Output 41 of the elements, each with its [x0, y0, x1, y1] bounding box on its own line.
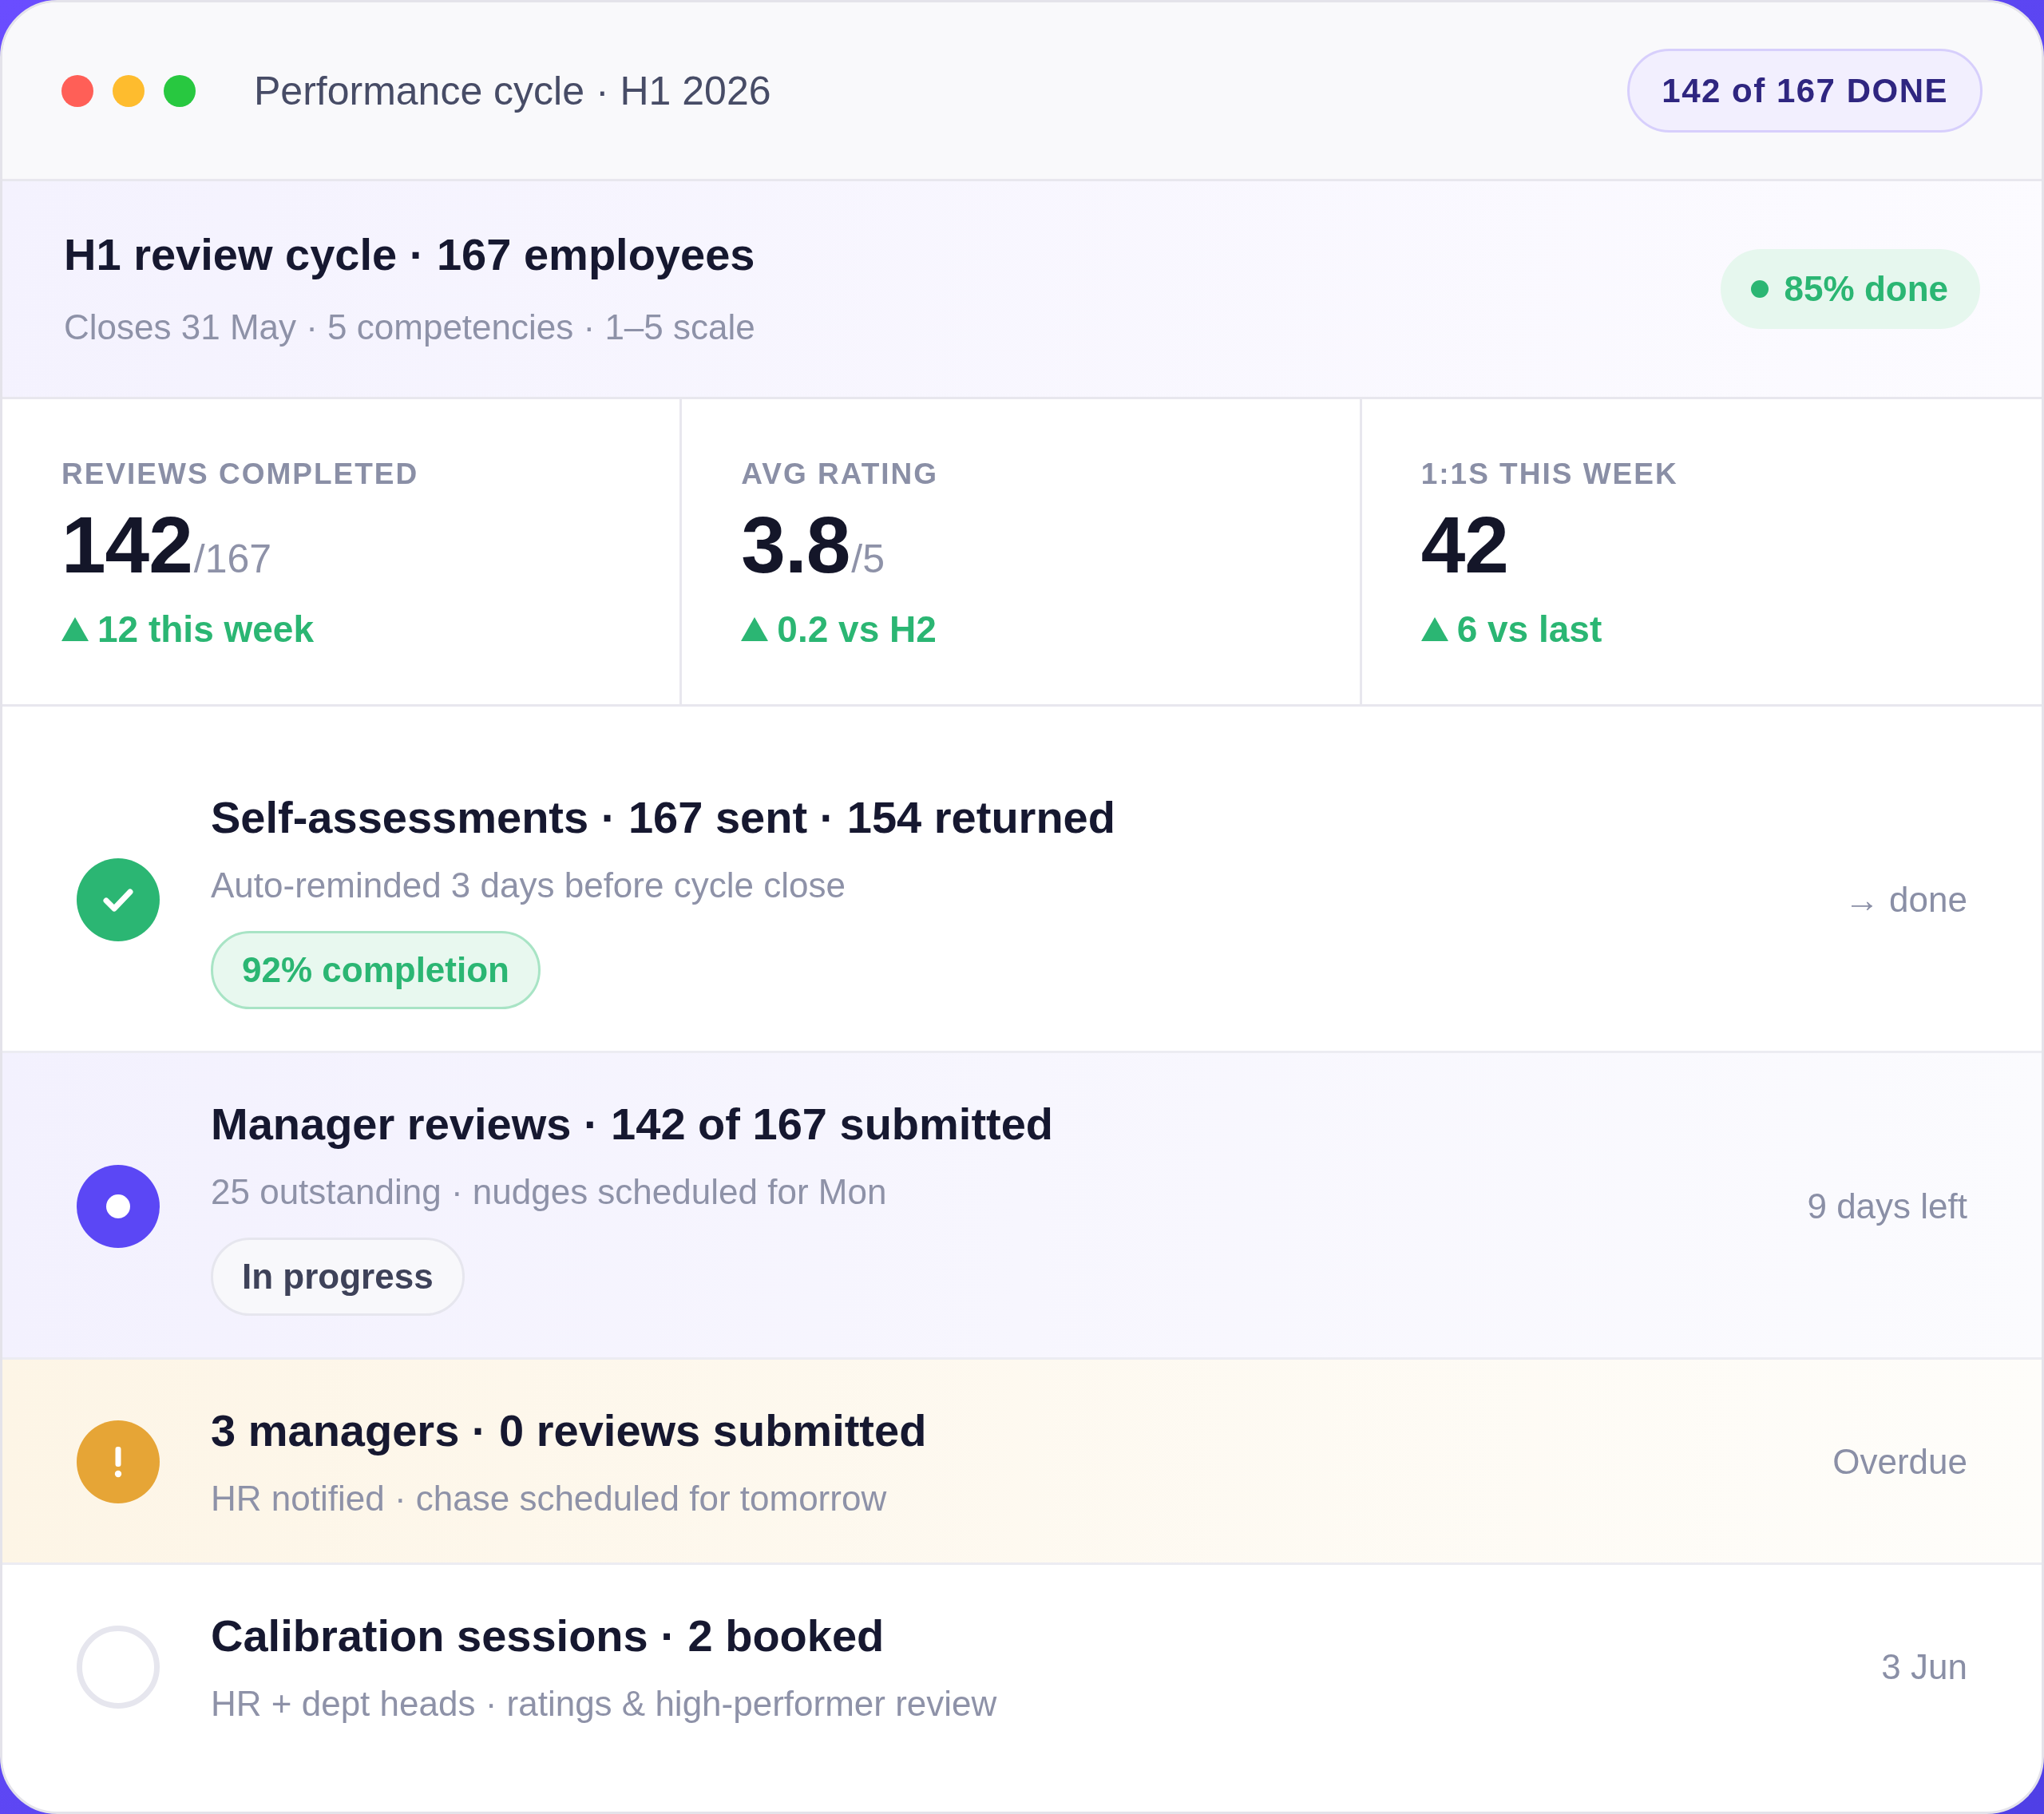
window-title: Performance cycle · H1 2026 — [254, 67, 771, 114]
stat-unit: /167 — [193, 537, 272, 581]
step-title: Self-assessments · 167 sent · 154 returned — [211, 791, 1115, 844]
cycle-subtitle: Closes 31 May · 5 competencies · 1–5 scale — [64, 307, 755, 348]
stat-change: 0.2 vs H2 — [777, 608, 937, 652]
dot-circle-icon — [77, 1164, 160, 1248]
stat-label: AVG RATING — [741, 457, 939, 492]
step-description: HR notified · chase scheduled for tomorrow — [211, 1478, 887, 1519]
step-title: 3 managers · 0 reviews submitted — [211, 1404, 927, 1457]
up-triangle-icon — [61, 617, 89, 641]
status-tag: 92% completion — [211, 931, 541, 1009]
maximize-icon[interactable] — [164, 74, 196, 107]
stat-value: 42 — [1420, 501, 1508, 588]
due-label: → done — [1844, 879, 1967, 920]
due-label: 9 days left — [1807, 1186, 1967, 1226]
cycle-title: H1 review cycle · 167 employees — [64, 228, 755, 281]
stat-value: 142 — [61, 501, 192, 588]
due-label: Overdue — [1832, 1442, 1967, 1482]
up-triangle-icon — [741, 617, 769, 641]
stat-label: REVIEWS COMPLETED — [61, 457, 419, 492]
stat-label: 1:1S THIS WEEK — [1420, 457, 1678, 492]
stat-unit: /5 — [851, 537, 885, 581]
stat-value: 3.8 — [741, 501, 850, 588]
due-label: 3 Jun — [1881, 1647, 1967, 1687]
check-circle-icon — [77, 857, 160, 941]
step-description: Auto-reminded 3 days before cycle close — [211, 865, 846, 906]
minimize-icon[interactable] — [113, 74, 145, 107]
status-tag: In progress — [211, 1238, 465, 1316]
empty-circle-icon — [77, 1626, 160, 1709]
status-dot-icon — [1750, 280, 1769, 298]
step-title: Manager reviews · 142 of 167 submitted — [211, 1098, 1054, 1151]
step-title: Calibration sessions · 2 booked — [211, 1610, 885, 1662]
stat-change: 12 this week — [97, 608, 315, 652]
status-label: 85% done — [1784, 269, 1948, 309]
stat-change: 6 vs last — [1456, 608, 1602, 652]
close-icon[interactable] — [61, 74, 93, 107]
up-triangle-icon — [1420, 617, 1448, 641]
exclamation-circle-icon — [77, 1420, 160, 1503]
step-description: HR + dept heads · ratings & high-performer review — [211, 1683, 997, 1725]
step-description: 25 outstanding · nudges scheduled for Mon — [211, 1171, 887, 1213]
progress-badge: 142 of 167 DONE — [1627, 49, 1983, 133]
